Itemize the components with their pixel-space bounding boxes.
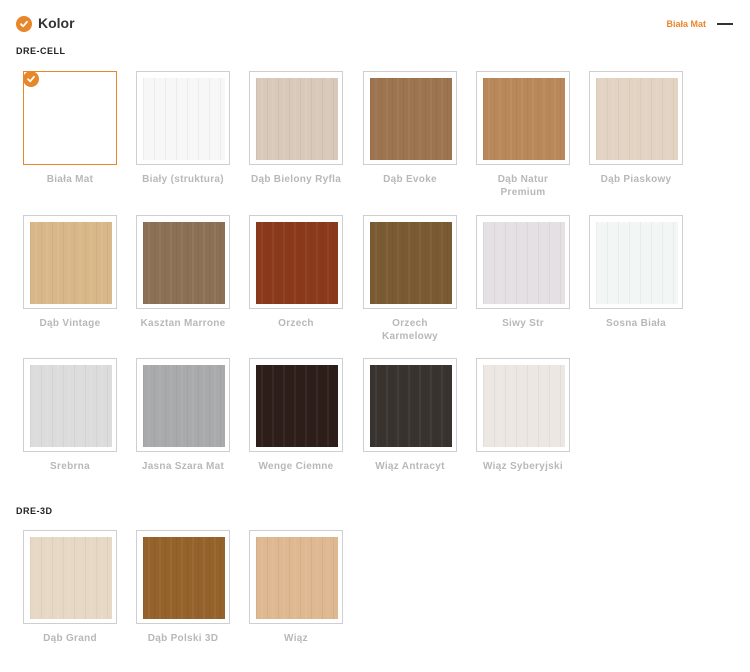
checkmark-icon: [23, 71, 39, 87]
collapse-button[interactable]: [714, 17, 734, 31]
swatch-box: [476, 215, 570, 309]
minus-icon: [717, 23, 733, 25]
swatch-label: Sosna Biała: [606, 318, 666, 329]
swatch-fill: [256, 78, 338, 160]
swatch-dab-piaskowy[interactable]: Dąb Piaskowy: [589, 71, 683, 186]
swatch-fill: [143, 365, 225, 447]
swatch-label: Wiąz Antracyt: [375, 461, 445, 472]
swatch-box: [249, 215, 343, 309]
swatch-wiaz-syberyjski[interactable]: Wiąz Syberyjski: [476, 358, 570, 473]
swatch-label: Dąb Polski 3D: [147, 633, 219, 644]
swatch-box: [23, 530, 117, 624]
swatch-bialy-struktura[interactable]: Biały (struktura): [136, 71, 230, 186]
group-label-dre-3d: DRE-3D: [16, 506, 53, 516]
swatch-box: [249, 530, 343, 624]
swatch-box: [136, 215, 230, 309]
swatch-box: [23, 358, 117, 452]
swatch-box: [23, 215, 117, 309]
swatch-fill: [483, 365, 565, 447]
swatch-biala-mat[interactable]: Biała Mat: [23, 71, 117, 186]
swatch-label: Dąb Grand: [43, 633, 97, 644]
swatch-label: Dąb Piaskowy: [600, 174, 672, 185]
swatch-box: [136, 358, 230, 452]
swatch-sosna-biala[interactable]: Sosna Biała: [589, 215, 683, 330]
swatch-wenge-ciemne[interactable]: Wenge Ciemne: [249, 358, 343, 473]
swatch-fill: [30, 365, 112, 447]
selected-color-value: Biała Mat: [666, 19, 706, 29]
swatch-fill: [596, 78, 678, 160]
swatch-fill: [143, 78, 225, 160]
swatch-box: [476, 358, 570, 452]
swatch-fill: [30, 78, 112, 160]
swatch-box: [249, 358, 343, 452]
checkmark-icon: [16, 16, 32, 32]
swatch-box: [363, 358, 457, 452]
color-section-header[interactable]: Kolor Biała Mat: [16, 14, 736, 36]
swatch-label: Srebrna: [50, 461, 90, 472]
swatch-label: Kasztan Marrone: [140, 318, 226, 329]
swatch-label: Siwy Str: [502, 318, 544, 329]
swatch-box: [136, 530, 230, 624]
swatch-label: Dąb Bielony Ryfla: [250, 174, 342, 185]
swatch-wiaz-antracyt[interactable]: Wiąz Antracyt: [363, 358, 457, 473]
swatch-fill: [30, 537, 112, 619]
swatch-label: Biały (struktura): [142, 174, 224, 185]
swatch-fill: [370, 365, 452, 447]
swatch-fill: [596, 222, 678, 304]
swatch-box: [476, 71, 570, 165]
swatch-box: [249, 71, 343, 165]
swatch-box: [363, 215, 457, 309]
swatch-box: [23, 71, 117, 165]
swatch-fill: [370, 78, 452, 160]
swatch-orzech-karmelowy[interactable]: Orzech Karmelowy: [363, 215, 457, 343]
swatch-fill: [143, 537, 225, 619]
swatch-dab-grand[interactable]: Dąb Grand: [23, 530, 117, 645]
swatch-box: [363, 71, 457, 165]
swatch-dab-natur-premium[interactable]: Dąb Natur Premium: [476, 71, 570, 199]
swatch-label: Orzech: [278, 318, 314, 329]
swatch-label: Wenge Ciemne: [258, 461, 334, 472]
swatch-dab-polski-3d[interactable]: Dąb Polski 3D: [136, 530, 230, 645]
swatch-label: Dąb Evoke: [383, 174, 437, 185]
swatch-kasztan-marrone[interactable]: Kasztan Marrone: [136, 215, 230, 330]
swatch-box: [136, 71, 230, 165]
swatch-label: Jasna Szara Mat: [141, 461, 225, 472]
swatch-siwy-str[interactable]: Siwy Str: [476, 215, 570, 330]
swatch-dab-vintage[interactable]: Dąb Vintage: [23, 215, 117, 330]
swatch-label: Wiąz Syberyjski: [482, 461, 563, 472]
swatch-label: Biała Mat: [46, 174, 94, 185]
swatch-orzech[interactable]: Orzech: [249, 215, 343, 330]
swatch-jasna-szara-mat[interactable]: Jasna Szara Mat: [136, 358, 230, 473]
swatch-fill: [30, 222, 112, 304]
swatch-srebrna[interactable]: Srebrna: [23, 358, 117, 473]
swatch-fill: [256, 365, 338, 447]
swatch-dab-evoke[interactable]: Dąb Evoke: [363, 71, 457, 186]
swatch-fill: [483, 78, 565, 160]
swatch-label: Dąb Vintage: [39, 318, 101, 329]
section-title: Kolor: [38, 15, 75, 31]
swatch-box: [589, 71, 683, 165]
swatch-fill: [483, 222, 565, 304]
swatch-fill: [143, 222, 225, 304]
swatch-box: [589, 215, 683, 309]
swatch-fill: [370, 222, 452, 304]
swatch-label: Orzech Karmelowy: [381, 318, 439, 342]
swatch-label: Dąb Natur Premium: [497, 174, 549, 198]
swatch-label: Wiąz: [284, 633, 308, 644]
group-label-dre-cell: DRE-CELL: [16, 46, 66, 56]
swatch-wiaz[interactable]: Wiąz: [249, 530, 343, 645]
swatch-fill: [256, 537, 338, 619]
swatch-dab-bielony-ryfla[interactable]: Dąb Bielony Ryfla: [249, 71, 343, 186]
swatch-fill: [256, 222, 338, 304]
